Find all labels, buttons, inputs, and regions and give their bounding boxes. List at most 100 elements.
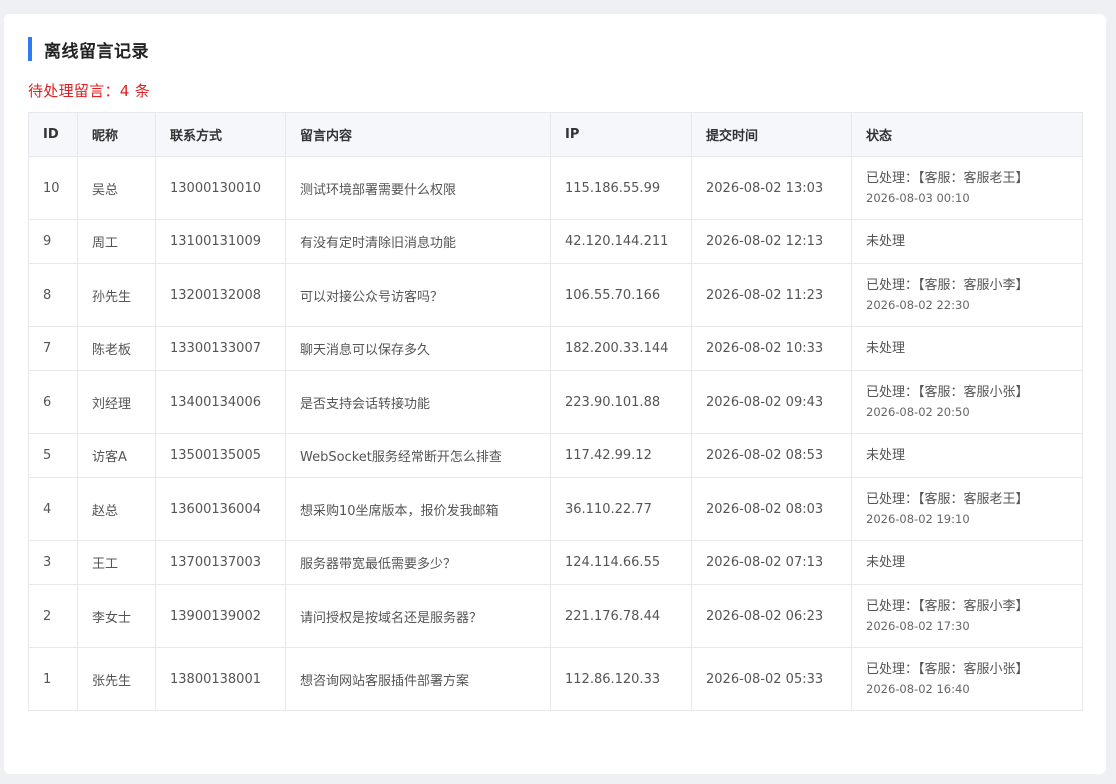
status-text: 已处理：【客服：客服老王】	[866, 492, 1029, 507]
header-submitted-time: 提交时间	[691, 112, 852, 157]
cell-nickname: 周工	[77, 219, 156, 264]
status-text: 已处理：【客服：客服老王】	[866, 171, 1029, 186]
cell-id: 2	[28, 584, 78, 648]
cell-ip: 36.110.22.77	[550, 477, 692, 541]
cell-ip: 221.176.78.44	[550, 584, 692, 648]
table-row: 4 赵总 13600136004 想采购10坐席版本，报价发我邮箱 36.110.22.…	[28, 477, 1083, 541]
cell-message: 想咨询网站客服插件部署方案	[285, 647, 551, 711]
cell-status: 已处理：【客服：客服小李】 2026-08-02 17:30	[851, 584, 1083, 648]
cell-status: 已处理：【客服：客服老王】 2026-08-03 00:10	[851, 156, 1083, 220]
cell-contact: 13800138001	[155, 647, 286, 711]
header-message: 留言内容	[285, 112, 551, 157]
cell-contact: 13000130010	[155, 156, 286, 220]
header-nickname: 昵称	[77, 112, 156, 157]
cell-message: 服务器带宽最低需要多少？	[285, 540, 551, 585]
status-text: 未处理	[866, 554, 906, 570]
cell-id: 4	[28, 477, 78, 541]
cell-status: 已处理：【客服：客服小张】 2026-08-02 16:40	[851, 647, 1083, 711]
cell-ip: 182.200.33.144	[550, 326, 692, 371]
cell-submitted-time: 2026-08-02 09:43	[691, 370, 852, 434]
table-header-row: ID 昵称 联系方式 留言内容 IP 提交时间 状态	[28, 112, 1083, 157]
header-id: ID	[28, 112, 78, 157]
table-row: 9 周工 13100131009 有没有定时清除旧消息功能 42.120.144.211…	[28, 219, 1083, 264]
cell-message: 是否支持会话转接功能	[285, 370, 551, 434]
handled-time: 2026-08-02 22:30	[866, 298, 970, 312]
status-text: 未处理	[866, 340, 906, 356]
header-ip: IP	[550, 112, 692, 157]
cell-contact: 13600136004	[155, 477, 286, 541]
cell-nickname: 陈老板	[77, 326, 156, 371]
cell-status: 已处理：【客服：客服小李】 2026-08-02 22:30	[851, 263, 1083, 327]
cell-status: 未处理	[851, 540, 1083, 585]
cell-ip: 106.55.70.166	[550, 263, 692, 327]
page-title: 离线留言记录	[44, 41, 149, 62]
cell-submitted-time: 2026-08-02 13:03	[691, 156, 852, 220]
cell-submitted-time: 2026-08-02 06:23	[691, 584, 852, 648]
cell-submitted-time: 2026-08-02 05:33	[691, 647, 852, 711]
panel-header: 离线留言记录	[28, 36, 149, 62]
cell-message: 想采购10坐席版本，报价发我邮箱	[285, 477, 551, 541]
cell-contact: 13300133007	[155, 326, 286, 371]
header-status: 状态	[851, 112, 1083, 157]
cell-nickname: 李女士	[77, 584, 156, 648]
cell-submitted-time: 2026-08-02 08:03	[691, 477, 852, 541]
cell-nickname: 访客A	[77, 433, 156, 478]
cell-contact: 13700137003	[155, 540, 286, 585]
messages-table: ID 昵称 联系方式 留言内容 IP 提交时间 状态 10 吴总 130001300…	[28, 112, 1083, 711]
cell-message: 测试环境部署需要什么权限	[285, 156, 551, 220]
cell-submitted-time: 2026-08-02 08:53	[691, 433, 852, 478]
status-text: 已处理：【客服：客服小张】	[866, 385, 1029, 400]
cell-nickname: 张先生	[77, 647, 156, 711]
cell-nickname: 孙先生	[77, 263, 156, 327]
cell-nickname: 王工	[77, 540, 156, 585]
cell-status: 未处理	[851, 326, 1083, 371]
cell-contact: 13400134006	[155, 370, 286, 434]
cell-submitted-time: 2026-08-02 11:23	[691, 263, 852, 327]
cell-ip: 42.120.144.211	[550, 219, 692, 264]
table-row: 3 王工 13700137003 服务器带宽最低需要多少？ 124.114.66.55 2…	[28, 540, 1083, 585]
cell-status: 未处理	[851, 219, 1083, 264]
cell-message: 可以对接公众号访客吗？	[285, 263, 551, 327]
cell-nickname: 赵总	[77, 477, 156, 541]
status-text: 未处理	[866, 447, 906, 463]
status-text: 已处理：【客服：客服小张】	[866, 662, 1029, 677]
cell-submitted-time: 2026-08-02 07:13	[691, 540, 852, 585]
cell-status: 已处理：【客服：客服老王】 2026-08-02 19:10	[851, 477, 1083, 541]
handled-time: 2026-08-03 00:10	[866, 191, 970, 205]
cell-id: 7	[28, 326, 78, 371]
cell-status: 已处理：【客服：客服小张】 2026-08-02 20:50	[851, 370, 1083, 434]
cell-id: 5	[28, 433, 78, 478]
handled-time: 2026-08-02 16:40	[866, 682, 970, 696]
handled-time: 2026-08-02 20:50	[866, 405, 970, 419]
pending-count-text: 待处理留言：4 条	[28, 82, 151, 100]
table-row: 6 刘经理 13400134006 是否支持会话转接功能 223.90.101.88 20…	[28, 370, 1083, 434]
title-accent-bar	[28, 37, 32, 61]
table-row: 7 陈老板 13300133007 聊天消息可以保存多久 182.200.33.144 2…	[28, 326, 1083, 371]
table-row: 2 李女士 13900139002 请问授权是按域名还是服务器？ 221.176.78.…	[28, 584, 1083, 648]
cell-id: 9	[28, 219, 78, 264]
cell-submitted-time: 2026-08-02 10:33	[691, 326, 852, 371]
header-contact: 联系方式	[155, 112, 286, 157]
cell-id: 1	[28, 647, 78, 711]
table-row: 10 吴总 13000130010 测试环境部署需要什么权限 115.186.55.99…	[28, 156, 1083, 220]
cell-message: 有没有定时清除旧消息功能	[285, 219, 551, 264]
handled-time: 2026-08-02 17:30	[866, 619, 970, 633]
cell-nickname: 吴总	[77, 156, 156, 220]
cell-message: WebSocket服务经常断开怎么排查	[285, 433, 551, 478]
status-text: 已处理：【客服：客服小李】	[866, 278, 1029, 293]
cell-submitted-time: 2026-08-02 12:13	[691, 219, 852, 264]
cell-contact: 13100131009	[155, 219, 286, 264]
status-text: 已处理：【客服：客服小李】	[866, 599, 1029, 614]
cell-message: 聊天消息可以保存多久	[285, 326, 551, 371]
cell-status: 未处理	[851, 433, 1083, 478]
cell-nickname: 刘经理	[77, 370, 156, 434]
status-text: 未处理	[866, 233, 906, 249]
cell-ip: 115.186.55.99	[550, 156, 692, 220]
offline-messages-panel: 离线留言记录 待处理留言：4 条 ID 昵称 联系方式 留言内容 IP 提交时间…	[4, 14, 1106, 774]
table-row: 1 张先生 13800138001 想咨询网站客服插件部署方案 112.86.120.3…	[28, 647, 1083, 711]
cell-id: 3	[28, 540, 78, 585]
cell-contact: 13900139002	[155, 584, 286, 648]
handled-time: 2026-08-02 19:10	[866, 512, 970, 526]
cell-message: 请问授权是按域名还是服务器？	[285, 584, 551, 648]
table-row: 5 访客A 13500135005 WebSocket服务经常断开怎么排查 117.42…	[28, 433, 1083, 478]
